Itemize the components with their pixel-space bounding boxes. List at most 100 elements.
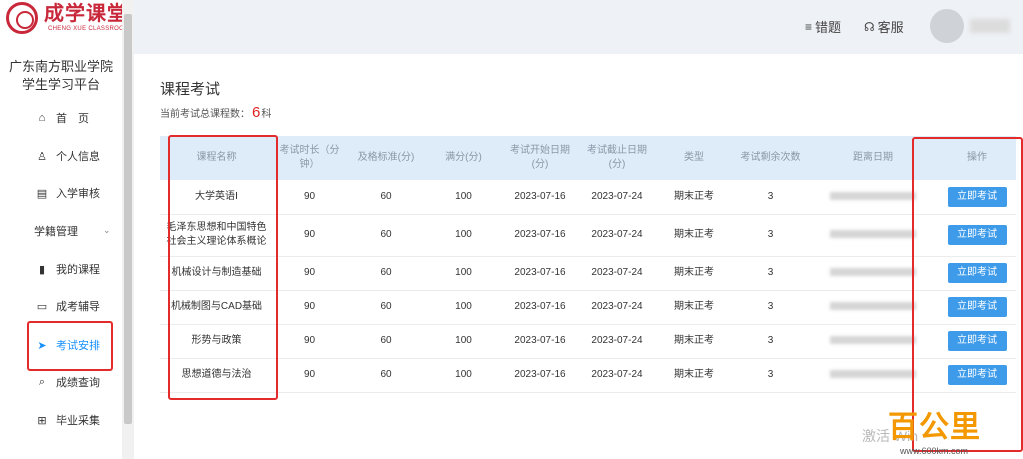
days-left-redacted — [830, 230, 916, 239]
table-row: 大学英语Ⅰ 90 60 100 2023-07-16 2023-07-24 期末… — [160, 180, 1016, 215]
end-date: 2023-07-24 — [579, 256, 655, 291]
sidebar-group-student-status[interactable]: 学籍管理 ⌄ — [0, 213, 122, 249]
scrollbar-thumb[interactable] — [124, 14, 132, 424]
remaining-attempts: 3 — [733, 358, 808, 393]
chevron-down-icon: ⌄ — [103, 225, 111, 235]
full-score: 100 — [426, 324, 501, 359]
pass-score: 60 — [346, 290, 426, 325]
col-header-pass-score: 及格标准(分) — [346, 136, 426, 180]
remaining-attempts: 3 — [733, 324, 808, 359]
duration: 90 — [273, 214, 346, 257]
sidebar-scrollbar[interactable] — [122, 0, 134, 459]
start-date: 2023-07-16 — [501, 256, 579, 291]
highlight-box-course-names — [168, 135, 278, 400]
duration: 90 — [273, 256, 346, 291]
sidebar-item-home[interactable]: ⌂ 首 页 — [0, 100, 122, 136]
summary-suffix: 科 — [261, 109, 272, 120]
full-score: 100 — [426, 214, 501, 257]
summary-prefix: 当前考试总课程数： — [160, 109, 250, 120]
highlight-box-sidebar — [27, 321, 113, 371]
logo-mark-icon — [6, 2, 38, 34]
sidebar-item-graduation-collection[interactable]: ⊞ 毕业采集 — [0, 402, 122, 438]
sidebar-item-profile[interactable]: ♙ 个人信息 — [0, 138, 122, 174]
sidebar-item-label: 毕业采集 — [56, 415, 100, 427]
end-date: 2023-07-24 — [579, 290, 655, 325]
start-date: 2023-07-16 — [501, 358, 579, 393]
full-score: 100 — [426, 180, 501, 215]
sidebar-item-exam-tutoring[interactable]: ▭ 成考辅导 — [0, 288, 122, 324]
monitor-icon: ▭ — [36, 300, 48, 313]
full-score: 100 — [426, 290, 501, 325]
exam-type: 期末正考 — [655, 358, 733, 393]
end-date: 2023-07-24 — [579, 324, 655, 359]
home-icon: ⌂ — [38, 112, 46, 124]
sidebar: 成学课堂 CHENG XUE CLASSROOM 广东南方职业学院 学生学习平台… — [0, 0, 129, 459]
pass-score: 60 — [346, 214, 426, 257]
col-header-type: 类型 — [655, 136, 733, 180]
book-icon: ▮ — [38, 263, 46, 276]
end-date: 2023-07-24 — [579, 214, 655, 257]
table-row: 机械制图与CAD基础 90 60 100 2023-07-16 2023-07-… — [160, 290, 1016, 325]
end-date: 2023-07-24 — [579, 358, 655, 393]
days-left-redacted — [830, 192, 916, 201]
start-date: 2023-07-16 — [501, 324, 579, 359]
exam-type: 期末正考 — [655, 324, 733, 359]
brand-name: 百公里 — [888, 411, 981, 444]
start-date: 2023-07-16 — [501, 290, 579, 325]
avatar[interactable] — [930, 9, 964, 43]
search-icon: ⌕ — [38, 375, 46, 388]
logo-title: 成学课堂 — [44, 3, 128, 25]
school-name-line1: 广东南方职业学院 — [8, 59, 113, 74]
col-header-end-date: 考试截止日期(分) — [579, 136, 655, 180]
sidebar-item-label: 首 页 — [56, 113, 89, 125]
col-header-duration: 考试时长（分钟） — [273, 136, 346, 180]
course-count-summary: 当前考试总课程数： 6 科 — [160, 104, 271, 121]
col-header-remaining-attempts: 考试剩余次数 — [733, 136, 808, 180]
days-left-redacted — [830, 302, 916, 311]
duration: 90 — [273, 290, 346, 325]
user-icon: ♙ — [37, 150, 47, 163]
remaining-attempts: 3 — [733, 256, 808, 291]
exam-table: 课程名称 考试时长（分钟） 及格标准(分) 满分(分) 考试开始日期(分) 考试… — [160, 136, 1016, 393]
highlight-box-actions — [912, 137, 1023, 452]
customer-service-label: 客服 — [877, 20, 904, 35]
school-name-line2: 学生学习平台 — [21, 77, 100, 92]
start-date: 2023-07-16 — [501, 214, 579, 257]
logo-subtitle: CHENG XUE CLASSROOM — [48, 26, 130, 32]
sidebar-item-label: 入学审核 — [56, 188, 100, 200]
remaining-attempts: 3 — [733, 180, 808, 215]
sidebar-item-label: 成考辅导 — [56, 301, 100, 313]
customer-service-link[interactable]: ☊ 客服 — [864, 17, 904, 36]
pass-score: 60 — [346, 324, 426, 359]
list-icon: ≡ — [805, 19, 813, 34]
plus-square-icon: ⊞ — [37, 414, 47, 427]
logo[interactable]: 成学课堂 CHENG XUE CLASSROOM — [6, 2, 136, 38]
table-row: 机械设计与制造基础 90 60 100 2023-07-16 2023-07-2… — [160, 256, 1016, 291]
remaining-attempts: 3 — [733, 290, 808, 325]
mistakes-link[interactable]: ≡ 错题 — [805, 17, 841, 36]
mistakes-label: 错题 — [815, 20, 842, 35]
sidebar-item-label: 个人信息 — [56, 151, 100, 163]
site-brand-logo: 百公里 www.600km.com — [880, 410, 1023, 459]
table-row: 毛泽东思想和中国特色社会主义理论体系概论 90 60 100 2023-07-1… — [160, 214, 1016, 257]
sidebar-item-my-courses[interactable]: ▮ 我的课程 — [0, 251, 122, 287]
exam-type: 期末正考 — [655, 256, 733, 291]
days-left-redacted — [830, 370, 916, 379]
exam-type: 期末正考 — [655, 180, 733, 215]
headset-icon: ☊ — [864, 19, 875, 34]
school-name: 广东南方职业学院 学生学习平台 — [4, 58, 118, 94]
pass-score: 60 — [346, 358, 426, 393]
remaining-attempts: 3 — [733, 214, 808, 257]
pass-score: 60 — [346, 256, 426, 291]
exam-type: 期末正考 — [655, 290, 733, 325]
sidebar-item-enrollment-review[interactable]: ▤ 入学审核 — [0, 175, 122, 211]
end-date: 2023-07-24 — [579, 180, 655, 215]
duration: 90 — [273, 180, 346, 215]
exam-type: 期末正考 — [655, 214, 733, 257]
full-score: 100 — [426, 358, 501, 393]
id-card-icon: ▤ — [36, 187, 48, 200]
full-score: 100 — [426, 256, 501, 291]
days-left-redacted — [830, 336, 916, 345]
duration: 90 — [273, 324, 346, 359]
pass-score: 60 — [346, 180, 426, 215]
